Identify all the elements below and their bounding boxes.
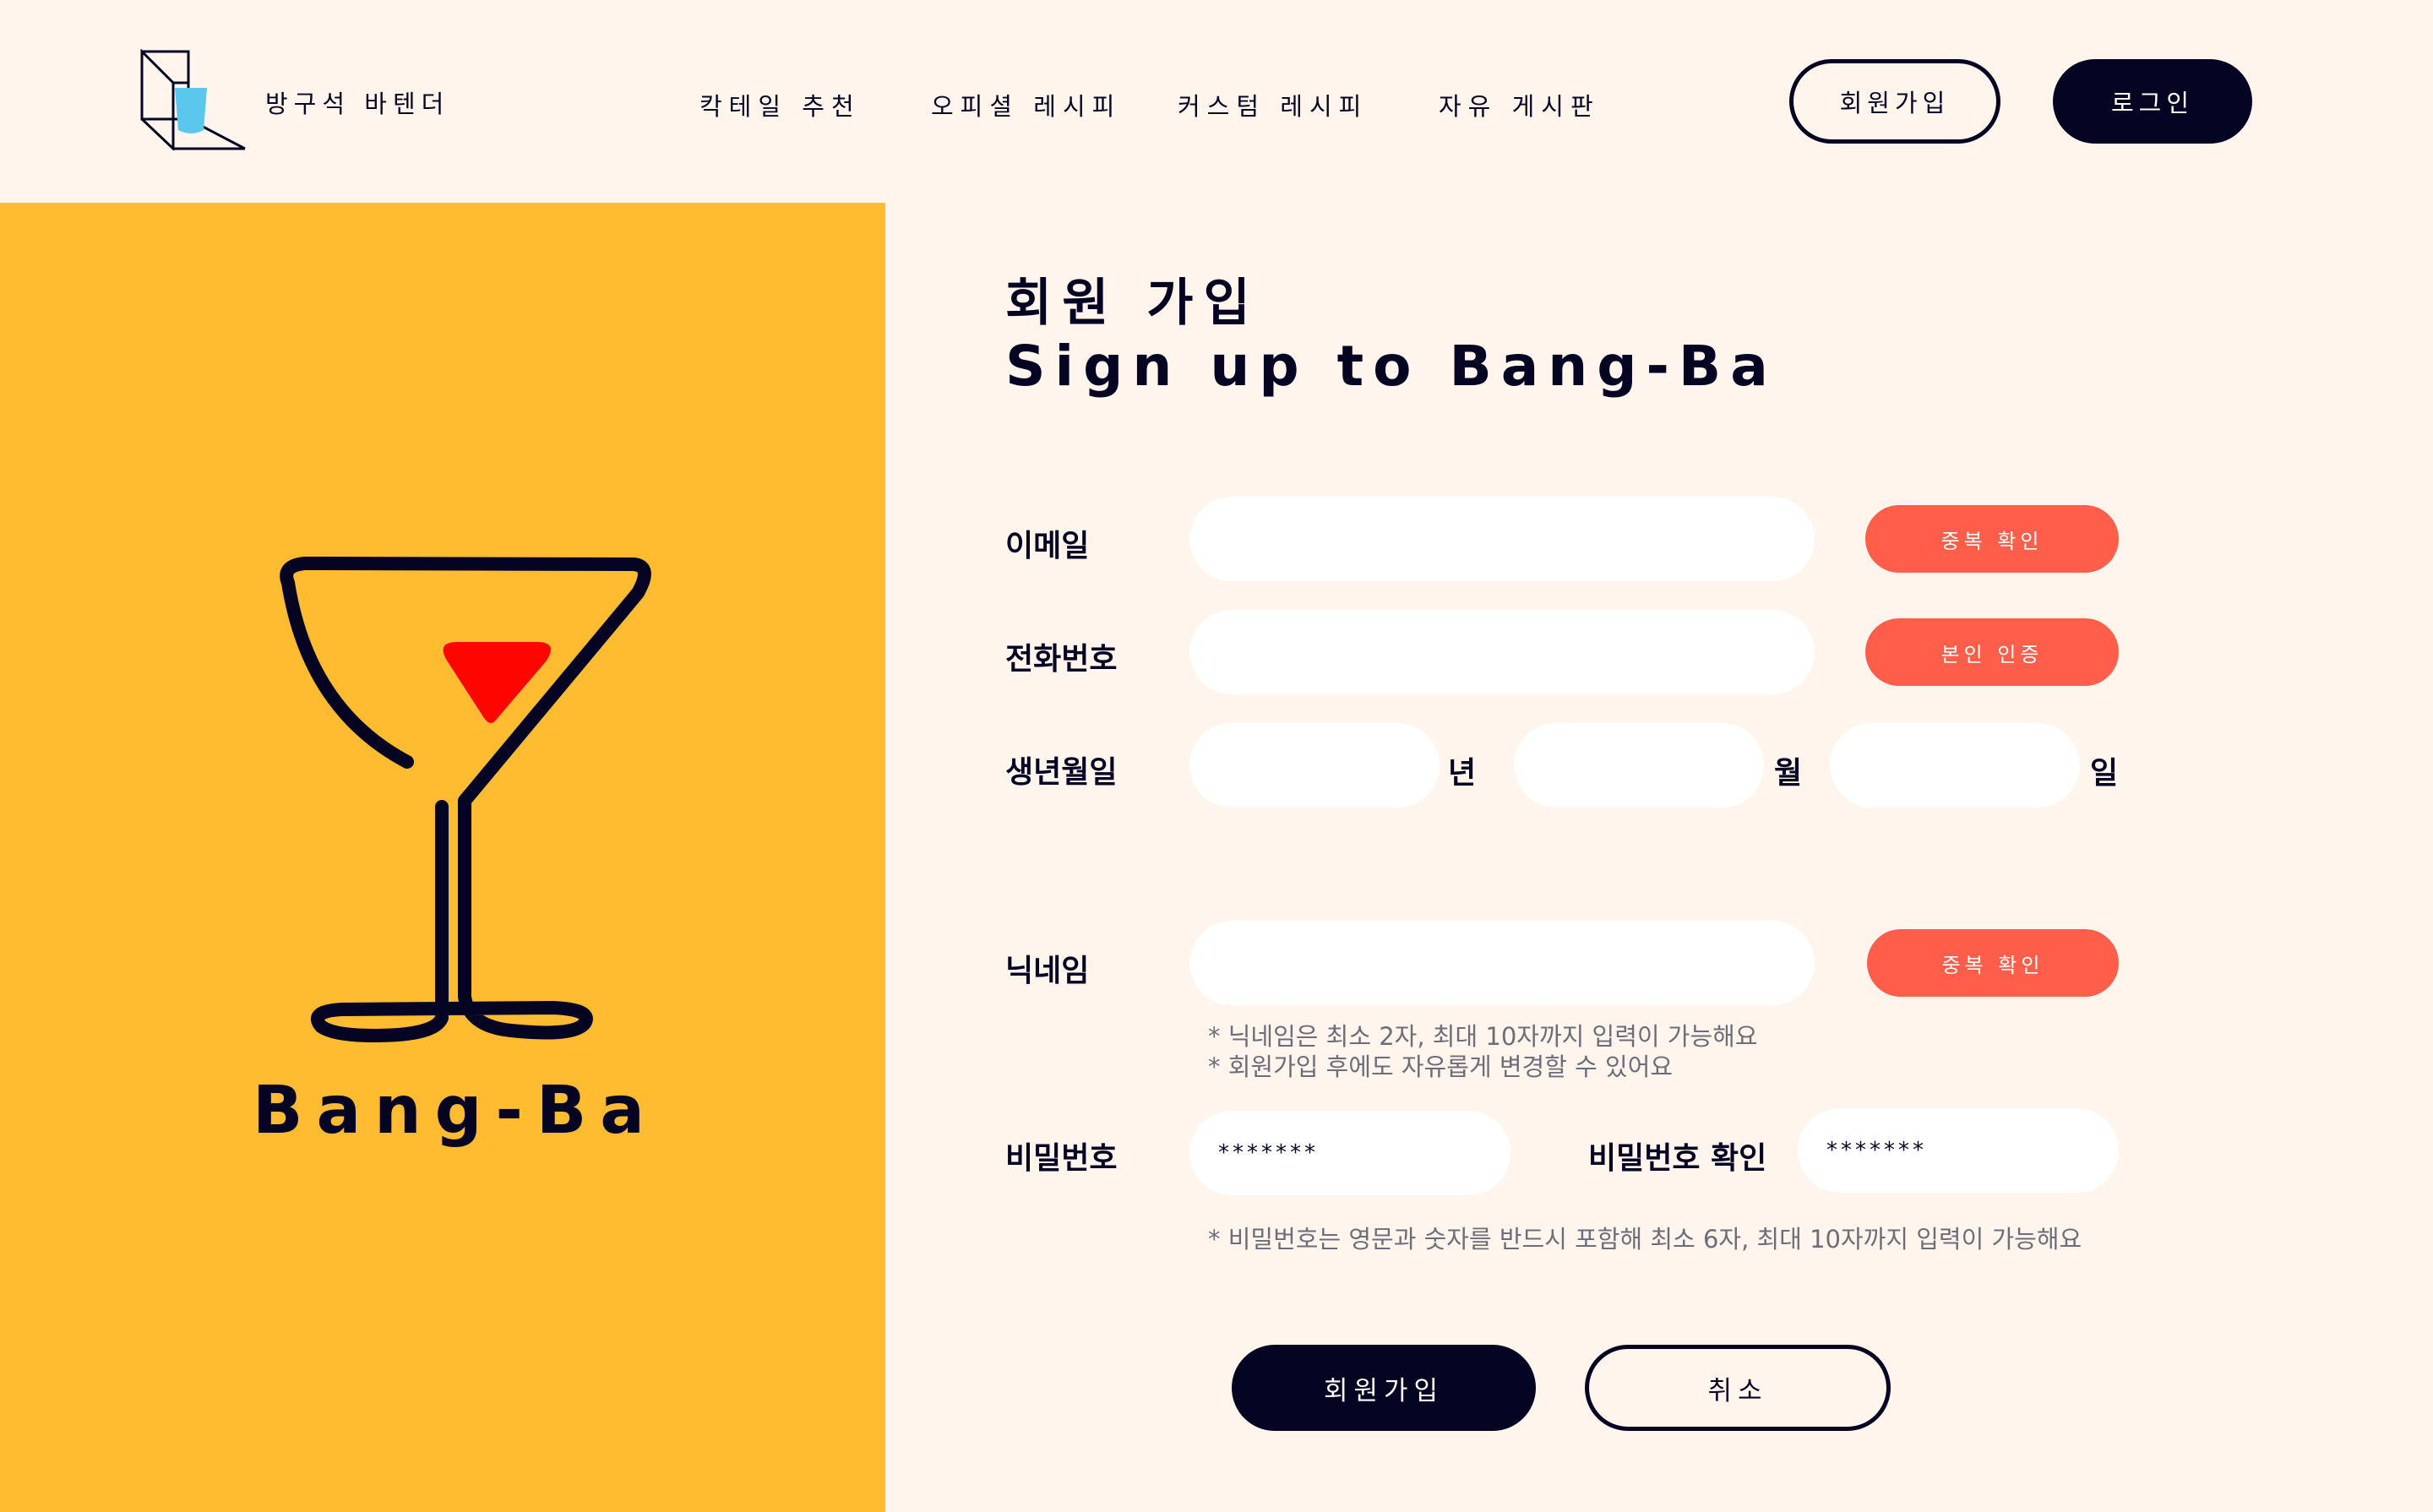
nickname-hint-changeable: * 회원가입 후에도 자유롭게 변경할 수 있어요 — [1208, 1052, 1674, 1081]
glass-cube-logo-icon[interactable] — [139, 48, 249, 152]
birth-year-unit: 년 — [1448, 756, 1477, 791]
form-title-korean: 회원 가입 — [1005, 274, 1260, 333]
cocktail-glass-icon — [275, 359, 655, 1060]
cancel-button[interactable]: 취소 — [1585, 1345, 1891, 1431]
nickname-duplicate-check-button[interactable]: 중복 확인 — [1867, 929, 2119, 997]
birthdate-label: 생년월일 — [1005, 755, 1118, 790]
password-label: 비밀번호 — [1005, 1141, 1118, 1176]
nav-custom-recipe[interactable]: 커스텀 레시피 — [1178, 87, 1368, 122]
header-signup-button[interactable]: 회원가입 — [1789, 59, 2000, 144]
brand-name[interactable]: 방구석 바텐더 — [265, 84, 449, 120]
phone-input[interactable] — [1189, 610, 1815, 694]
email-label: 이메일 — [1005, 529, 1090, 563]
form-title-english: Sign up to Bang-Ba — [1005, 334, 1777, 399]
signup-page: 방구석 바텐더 칵테일 추천 오피셜 레시피 커스텀 레시피 자유 게시판 회원… — [0, 0, 2433, 1512]
nickname-label: 닉네임 — [1005, 954, 1090, 988]
phone-label: 전화번호 — [1005, 642, 1118, 677]
hero-wordmark: Bang-Ba — [253, 1073, 658, 1149]
birth-month-unit: 월 — [1774, 756, 1803, 791]
password-confirm-input[interactable] — [1798, 1108, 2119, 1193]
password-hint: * 비밀번호는 영문과 숫자를 반드시 포함해 최소 6자, 최대 10자까지 … — [1208, 1225, 2082, 1254]
submit-signup-button[interactable]: 회원가입 — [1232, 1345, 1536, 1431]
top-header: 방구석 바텐더 칵테일 추천 오피셜 레시피 커스텀 레시피 자유 게시판 회원… — [0, 0, 2433, 203]
nav-cocktail-recommend[interactable]: 칵테일 추천 — [699, 87, 861, 122]
nickname-input[interactable] — [1189, 921, 1815, 1005]
email-duplicate-check-button[interactable]: 중복 확인 — [1865, 505, 2119, 573]
password-input[interactable] — [1189, 1111, 1510, 1195]
birth-month-input[interactable] — [1514, 723, 1764, 808]
email-input[interactable] — [1189, 497, 1815, 581]
nav-official-recipe[interactable]: 오피셜 레시피 — [931, 87, 1121, 122]
birth-day-unit: 일 — [2090, 756, 2119, 791]
birth-day-input[interactable] — [1830, 723, 2080, 808]
phone-verify-button[interactable]: 본인 인증 — [1865, 618, 2119, 686]
header-login-button[interactable]: 로그인 — [2053, 59, 2252, 144]
password-confirm-label: 비밀번호 확인 — [1588, 1141, 1767, 1176]
birth-year-input[interactable] — [1189, 723, 1440, 808]
nav-free-board[interactable]: 자유 게시판 — [1439, 87, 1600, 122]
